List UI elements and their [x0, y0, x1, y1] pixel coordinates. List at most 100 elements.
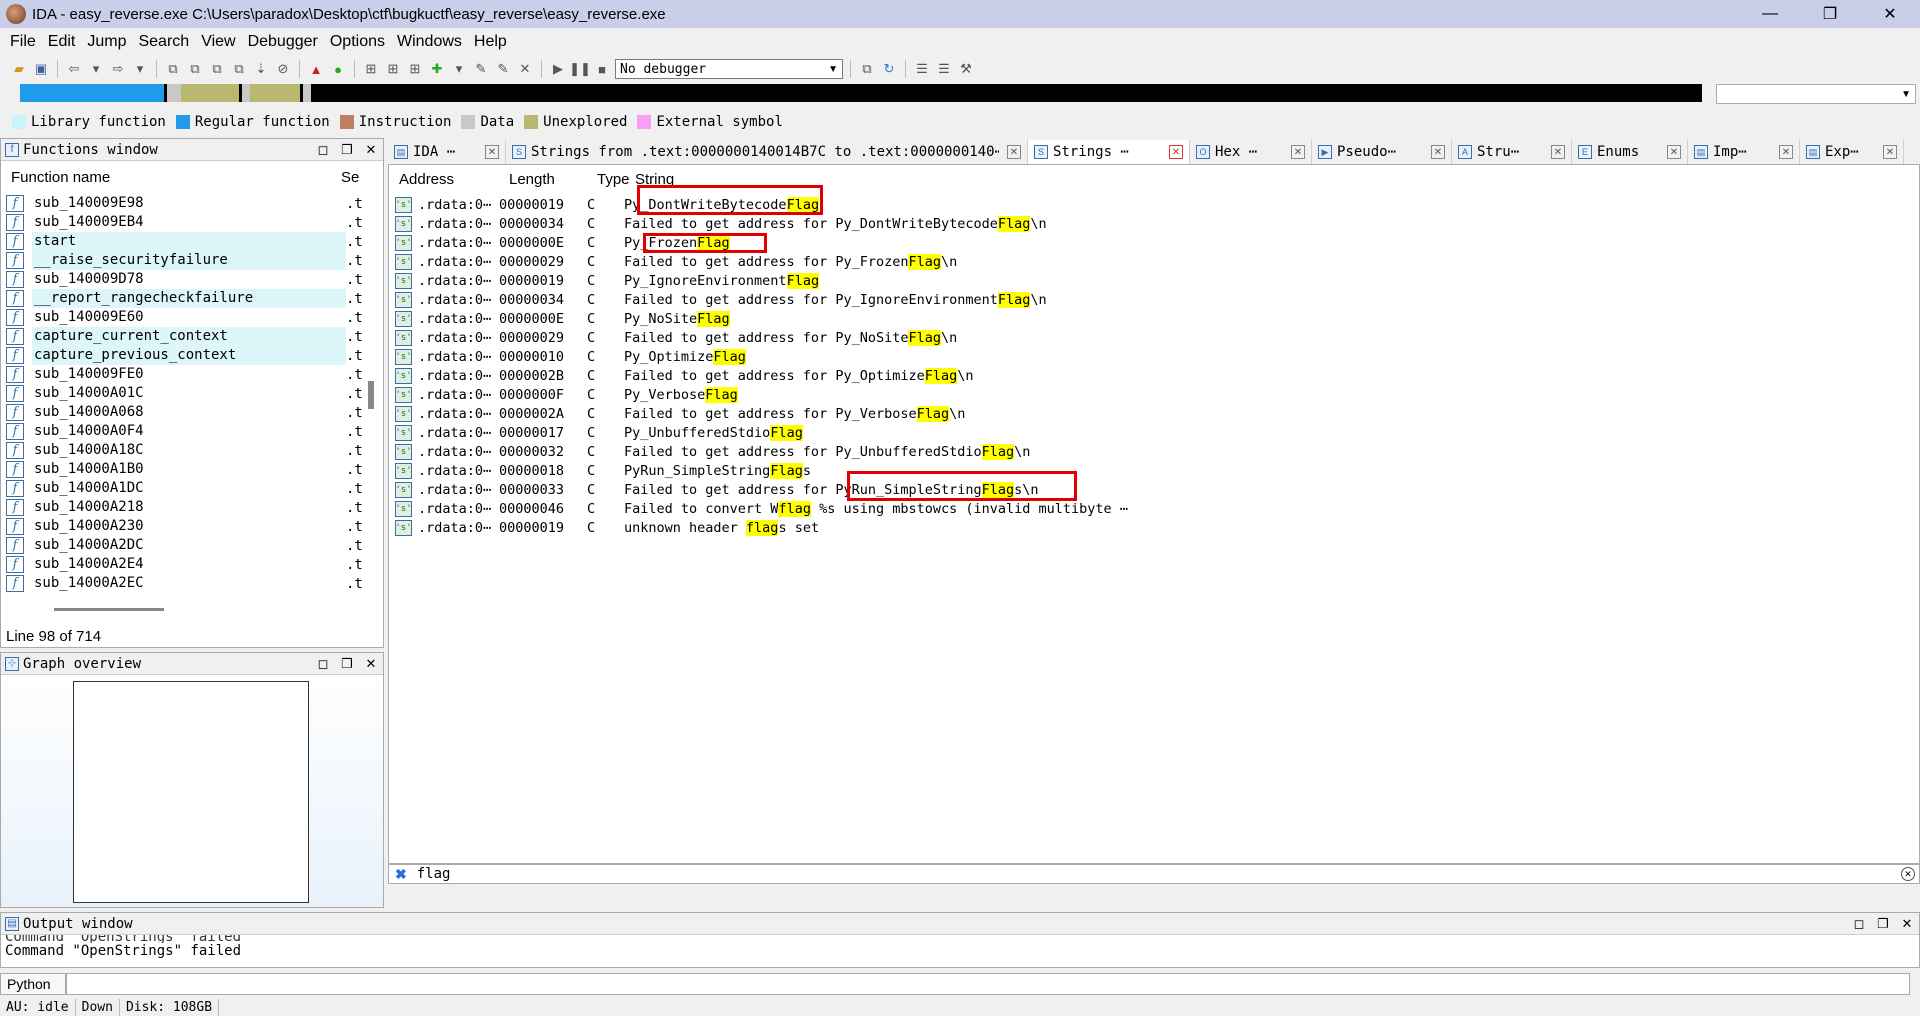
- string-row[interactable]: 's' .rdata:0⋯ 00000029 C Failed to get addre…: [395, 328, 1895, 347]
- mark-icon[interactable]: ⊘: [274, 60, 292, 78]
- strings-filter-bar[interactable]: ✖ flag ✕: [388, 864, 1920, 884]
- breakpoint-list-icon[interactable]: ☰: [913, 60, 931, 78]
- jump-icon[interactable]: ⇣: [252, 60, 270, 78]
- dropdown-arrow-icon[interactable]: ▾: [450, 60, 468, 78]
- float-panel-icon[interactable]: ◻: [311, 142, 335, 158]
- tab-strings[interactable]: S Strings ⋯ ✕: [1028, 140, 1190, 164]
- string-row[interactable]: 's' .rdata:0⋯ 00000019 C Py_IgnoreEnvironmen…: [395, 271, 1895, 290]
- delete-icon[interactable]: ✕: [516, 60, 534, 78]
- restore-panel-icon[interactable]: ❐: [335, 656, 359, 672]
- filter-clear-x-icon[interactable]: ✖: [395, 866, 407, 883]
- tab-pseudocode[interactable]: ▶ Pseudo⋯ ✕: [1312, 140, 1452, 164]
- tab-ida-view[interactable]: ▤ IDA ⋯ ✕: [388, 140, 506, 164]
- filter-text[interactable]: flag: [417, 866, 451, 882]
- float-panel-icon[interactable]: ◻: [1847, 916, 1871, 932]
- close-panel-icon[interactable]: ✕: [359, 142, 383, 158]
- column-segment[interactable]: Se: [341, 169, 371, 189]
- string-row[interactable]: 's' .rdata:0⋯ 00000033 C Failed to get addre…: [395, 480, 1895, 499]
- string-row[interactable]: 's' .rdata:0⋯ 0000000F C Py_VerboseFlag: [395, 385, 1895, 404]
- navigation-band[interactable]: [20, 84, 1702, 102]
- close-button[interactable]: ✕: [1860, 0, 1920, 28]
- function-row[interactable]: f sub_140009E60 .t: [6, 308, 368, 327]
- function-row[interactable]: f sub_14000A1DC .t: [6, 479, 368, 498]
- column-length[interactable]: Length: [509, 171, 555, 188]
- menu-help[interactable]: Help: [468, 33, 513, 51]
- close-tab-icon[interactable]: ✕: [1291, 145, 1305, 159]
- function-row[interactable]: f capture_current_context .t: [6, 327, 368, 346]
- function-row[interactable]: f sub_14000A2EC .t: [6, 574, 368, 593]
- function-row[interactable]: f start .t: [6, 232, 368, 251]
- function-row[interactable]: f sub_14000A0F4 .t: [6, 422, 368, 441]
- string-row[interactable]: 's' .rdata:0⋯ 0000000E C Py_NoSiteFlag: [395, 309, 1895, 328]
- function-row[interactable]: f sub_14000A2E4 .t: [6, 555, 368, 574]
- function-row[interactable]: f sub_14000A218 .t: [6, 498, 368, 517]
- function-row[interactable]: f sub_140009E98 .t: [6, 194, 368, 213]
- close-tab-icon[interactable]: ✕: [1779, 145, 1793, 159]
- string-row[interactable]: 's' .rdata:0⋯ 00000017 C Py_UnbufferedStdioF…: [395, 423, 1895, 442]
- string-row[interactable]: 's' .rdata:0⋯ 00000010 C Py_OptimizeFlag: [395, 347, 1895, 366]
- close-tab-icon[interactable]: ✕: [485, 145, 499, 159]
- function-row[interactable]: f capture_previous_context .t: [6, 346, 368, 365]
- column-type[interactable]: Type: [597, 171, 630, 188]
- function-row[interactable]: f sub_14000A2DC .t: [6, 536, 368, 555]
- patch-icon[interactable]: ✎: [472, 60, 490, 78]
- text-search-icon[interactable]: ⧉: [186, 60, 204, 78]
- close-tab-icon[interactable]: ✕: [1169, 145, 1183, 159]
- menu-jump[interactable]: Jump: [81, 33, 132, 51]
- function-row[interactable]: f sub_14000A01C .t: [6, 384, 368, 403]
- float-panel-icon[interactable]: ◻: [311, 656, 335, 672]
- tab-strings[interactable]: S Strings from .text:0000000140014B7C to …: [506, 140, 1028, 164]
- string-row[interactable]: 's' .rdata:0⋯ 0000002B C Failed to get addre…: [395, 366, 1895, 385]
- tab-hex[interactable]: O Hex ⋯ ✕: [1190, 140, 1312, 164]
- close-tab-icon[interactable]: ✕: [1883, 145, 1897, 159]
- string-row[interactable]: 's' .rdata:0⋯ 00000032 C Failed to get addre…: [395, 442, 1895, 461]
- debugger-select[interactable]: No debugger ▼: [615, 59, 843, 79]
- close-filter-icon[interactable]: ✕: [1901, 867, 1915, 881]
- restore-panel-icon[interactable]: ❐: [1871, 916, 1895, 932]
- dropdown-arrow-icon[interactable]: ▾: [87, 60, 105, 78]
- function-row[interactable]: f sub_140009FE0 .t: [6, 365, 368, 384]
- edit-icon[interactable]: ✎: [494, 60, 512, 78]
- forward-arrow-icon[interactable]: ⇨: [109, 60, 127, 78]
- attach-process-icon[interactable]: ⧉: [858, 60, 876, 78]
- function-row[interactable]: f __raise_securityfailure .t: [6, 251, 368, 270]
- add-enum-icon[interactable]: ⊞: [384, 60, 402, 78]
- string-row[interactable]: 's' .rdata:0⋯ 00000019 Cunknown header flag…: [395, 518, 1895, 537]
- graph-viewport-frame[interactable]: [73, 681, 309, 903]
- pause-icon[interactable]: ❚❚: [569, 60, 591, 78]
- close-tab-icon[interactable]: ✕: [1431, 145, 1445, 159]
- python-command-input[interactable]: [66, 973, 1910, 995]
- minimize-button[interactable]: —: [1740, 0, 1800, 28]
- add-struct-icon[interactable]: ⊞: [362, 60, 380, 78]
- stop-icon[interactable]: ■: [593, 60, 611, 78]
- column-function-name[interactable]: Function name: [11, 169, 341, 189]
- close-panel-icon[interactable]: ✕: [359, 656, 383, 672]
- close-tab-icon[interactable]: ✕: [1551, 145, 1565, 159]
- python-language-button[interactable]: Python: [0, 973, 66, 995]
- tab-structures[interactable]: A Stru⋯ ✕: [1452, 140, 1572, 164]
- string-row[interactable]: 's' .rdata:0⋯ 00000034 C Failed to get addre…: [395, 290, 1895, 309]
- string-row[interactable]: 's' .rdata:0⋯ 0000000E C Py_FrozenFlag: [395, 233, 1895, 252]
- function-row[interactable]: f sub_14000A1B0 .t: [6, 460, 368, 479]
- functions-horizontal-scrollbar[interactable]: [54, 608, 164, 611]
- search-next-icon[interactable]: ⧉: [208, 60, 226, 78]
- function-row[interactable]: f sub_140009EB4 .t: [6, 213, 368, 232]
- function-row[interactable]: f sub_140009D78 .t: [6, 270, 368, 289]
- dropdown-arrow-icon[interactable]: ▾: [131, 60, 149, 78]
- green-circle-icon[interactable]: ●: [329, 60, 347, 78]
- function-row[interactable]: f sub_14000A068 .t: [6, 403, 368, 422]
- menu-file[interactable]: File: [4, 33, 42, 51]
- open-file-icon[interactable]: ▰: [10, 60, 28, 78]
- search-immediate-icon[interactable]: ⧉: [230, 60, 248, 78]
- function-row[interactable]: f sub_14000A230 .t: [6, 517, 368, 536]
- create-function-icon[interactable]: ▲: [307, 60, 325, 78]
- maximize-button[interactable]: ❐: [1800, 0, 1860, 28]
- string-row[interactable]: 's' .rdata:0⋯ 0000002A C Failed to get addre…: [395, 404, 1895, 423]
- restore-panel-icon[interactable]: ❐: [335, 142, 359, 158]
- column-address[interactable]: Address: [399, 171, 454, 188]
- refresh-icon[interactable]: ↻: [880, 60, 898, 78]
- add-segment-icon[interactable]: ⊞: [406, 60, 424, 78]
- close-tab-icon[interactable]: ✕: [1007, 145, 1021, 159]
- string-row[interactable]: 's' .rdata:0⋯ 00000018 C PyRun_SimpleStringF…: [395, 461, 1895, 480]
- function-row[interactable]: f sub_14000A18C .t: [6, 441, 368, 460]
